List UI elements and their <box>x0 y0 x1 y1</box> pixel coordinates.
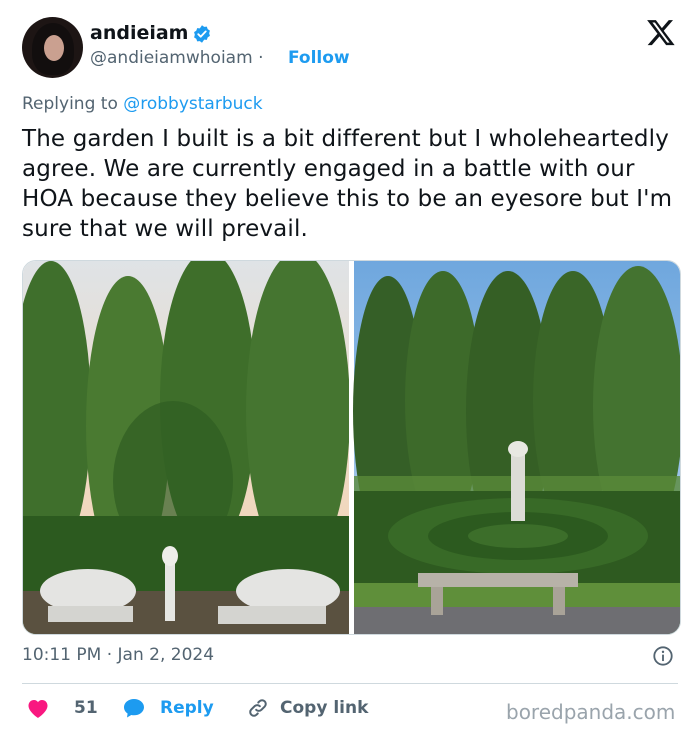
handle-separator: · <box>258 48 264 68</box>
garden-photos <box>23 261 680 634</box>
tweet-text: The garden I built is a bit different bu… <box>22 126 673 242</box>
tweet-media[interactable] <box>22 260 681 635</box>
copy-link-label: Copy link <box>280 698 369 718</box>
reply-button[interactable]: Reply <box>122 697 214 719</box>
handle-text: @andieiamwhoiam <box>90 48 253 68</box>
replying-to-link[interactable]: @robbystarbuck <box>123 94 262 114</box>
action-divider <box>22 683 678 684</box>
replying-to: Replying to @robbystarbuck <box>22 94 263 114</box>
like-button[interactable]: 51 <box>26 697 98 719</box>
copy-link-button[interactable]: Copy link <box>246 697 368 719</box>
user-handle[interactable]: @andieiamwhoiam · <box>90 48 263 68</box>
like-count: 51 <box>74 698 98 718</box>
display-name[interactable]: andieiam <box>90 22 188 44</box>
heart-icon <box>28 700 48 718</box>
link-icon <box>249 699 267 717</box>
photo-right <box>353 261 680 634</box>
boredpanda-watermark: boredpanda.com <box>506 700 676 724</box>
reply-bubble-icon <box>124 699 144 718</box>
user-avatar[interactable] <box>22 17 83 78</box>
x-logo-icon[interactable] <box>645 17 677 47</box>
info-icon[interactable] <box>652 645 674 667</box>
tweet-timestamp[interactable]: 10:11 PM · Jan 2, 2024 <box>22 645 214 665</box>
reply-label: Reply <box>160 698 214 718</box>
replying-prefix: Replying to <box>22 94 118 114</box>
verified-badge-icon <box>194 25 210 43</box>
photo-left <box>23 261 350 634</box>
avatar-face <box>44 35 64 61</box>
follow-button[interactable]: Follow <box>288 48 350 68</box>
